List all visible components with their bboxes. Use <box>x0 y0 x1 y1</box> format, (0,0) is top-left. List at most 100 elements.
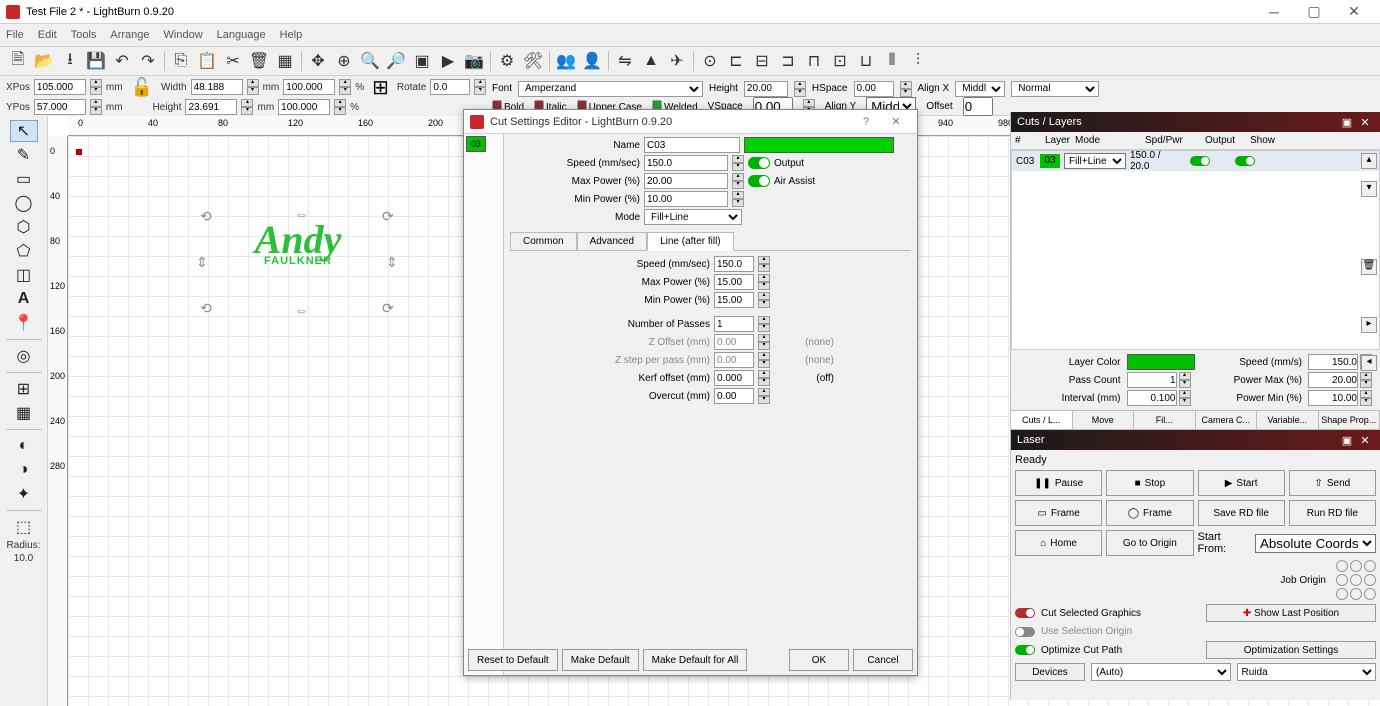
help-button[interactable]: ? <box>851 116 881 128</box>
cut-icon[interactable]: ✂ <box>221 49 245 73</box>
ellipse-tool-icon[interactable]: ◯ <box>10 192 38 214</box>
text-height-spinner[interactable]: ▴▾ <box>794 81 806 97</box>
array-tool-icon[interactable]: ⊞ <box>10 378 38 400</box>
align-hcenter-icon[interactable]: ⊟ <box>750 49 774 73</box>
selected-artwork[interactable]: ⟲ ⟳ ⟲ ⟳ ⇔ ⇔ ⇕ ⇕ Andy FAULKNER <box>208 216 388 306</box>
overcut-input[interactable] <box>714 388 754 404</box>
passes-spinner[interactable]: ▴▾ <box>758 316 770 332</box>
ungroup-icon[interactable]: 👤 <box>580 49 604 73</box>
width-input[interactable] <box>191 79 243 95</box>
run-rd-button[interactable]: Run RD file <box>1289 500 1376 526</box>
delete-layer-icon[interactable]: 🗑 <box>1361 259 1377 275</box>
minpower-spinner[interactable]: ▴▾ <box>732 191 744 207</box>
rotate-handle-icon[interactable]: ⟳ <box>382 300 396 314</box>
height-input[interactable] <box>185 99 237 115</box>
cutsel-toggle[interactable] <box>1015 608 1035 618</box>
zstep-spinner[interactable]: ▴▾ <box>758 352 770 368</box>
maximize-button[interactable]: ▢ <box>1294 3 1334 20</box>
frame-rect-button[interactable]: ▭Frame <box>1015 500 1102 526</box>
subtab-variable[interactable]: Variable... <box>1257 411 1319 429</box>
alignx-select[interactable]: Middle <box>955 81 1005 97</box>
powermax-spinner[interactable]: ▴▾ <box>1360 372 1372 388</box>
device-port-select[interactable]: (Auto) <box>1091 663 1231 681</box>
skew-handle-icon[interactable]: ⇔ <box>294 302 308 316</box>
goto-origin-button[interactable]: Go to Origin <box>1106 530 1193 556</box>
polygon-tool-icon[interactable]: ⬡ <box>10 216 38 238</box>
xpos-spinner[interactable]: ▴▾ <box>90 79 102 95</box>
move-layer-up-icon[interactable]: ▴ <box>1361 153 1377 169</box>
device-select[interactable]: Ruida <box>1237 663 1377 681</box>
zoom-fit-icon[interactable]: ⊕ <box>332 49 356 73</box>
stop-button[interactable]: ■Stop <box>1106 470 1193 496</box>
tab-line-after-fill[interactable]: Line (after fill) <box>647 232 734 251</box>
show-last-position-button[interactable]: ✚ Show Last Position <box>1206 604 1376 622</box>
frame-icon[interactable]: ▣ <box>410 49 434 73</box>
zstep-input[interactable] <box>714 352 754 368</box>
kerf-input[interactable] <box>714 370 754 386</box>
mode-select[interactable]: Fill+Line <box>644 209 742 225</box>
job-origin-grid[interactable] <box>1336 560 1376 600</box>
overcut-spinner[interactable]: ▴▾ <box>758 388 770 404</box>
speed-spinner[interactable]: ▴▾ <box>732 155 744 171</box>
startfrom-select[interactable]: Absolute Coords <box>1255 534 1376 553</box>
draw-line-tool-icon[interactable]: ✎ <box>10 144 38 166</box>
menu-help[interactable]: Help <box>280 29 303 41</box>
close-button[interactable]: ✕ <box>1334 3 1374 20</box>
rotate-handle-icon[interactable]: ⟲ <box>200 300 214 314</box>
pan-icon[interactable]: ✥ <box>306 49 330 73</box>
gear-icon[interactable]: ⚙ <box>495 49 519 73</box>
layer-row[interactable]: C03 03 Fill+Line 150.0 / 20.0 <box>1012 151 1379 171</box>
line-speed-input[interactable] <box>714 256 754 272</box>
zoom-out-icon[interactable]: 🔎 <box>384 49 408 73</box>
line-minp-input[interactable] <box>714 292 754 308</box>
height-spinner[interactable]: ▴▾ <box>241 99 253 115</box>
interval-input[interactable] <box>1127 390 1177 406</box>
ypos-spinner[interactable]: ▴▾ <box>90 99 102 115</box>
line-maxp-spinner[interactable]: ▴▾ <box>758 274 770 290</box>
zoom-in-icon[interactable]: 🔍 <box>358 49 382 73</box>
rectangle-tool-icon[interactable]: ▭ <box>10 168 38 190</box>
close-button[interactable]: ✕ <box>881 115 911 128</box>
passcount-input[interactable] <box>1127 372 1177 388</box>
layer-swatch[interactable]: 03 <box>466 136 486 152</box>
align-top-icon[interactable]: ⊓ <box>802 49 826 73</box>
align-center-icon[interactable]: ⊙ <box>698 49 722 73</box>
measure-tool-icon[interactable]: ⬚ <box>10 516 38 538</box>
frame-circle-button[interactable]: ◯Frame <box>1106 500 1193 526</box>
distribute-v-icon[interactable]: ⫶ <box>906 49 930 73</box>
row-output-toggle[interactable] <box>1190 156 1210 166</box>
speed-input[interactable] <box>644 155 728 171</box>
save-rd-button[interactable]: Save RD file <box>1198 500 1285 526</box>
select-tool-icon[interactable]: ↖ <box>10 120 38 142</box>
maxpower-input[interactable] <box>644 173 728 189</box>
subtab-shape[interactable]: Shape Prop... <box>1319 411 1380 429</box>
powermin-input[interactable] <box>1308 390 1358 406</box>
rotate-handle-icon[interactable]: ⟲ <box>200 208 214 222</box>
layer-prev-icon[interactable]: ◂ <box>1361 355 1377 371</box>
make-default-button[interactable]: Make Default <box>562 649 639 671</box>
name-input[interactable] <box>644 137 740 153</box>
offset-tool-icon[interactable]: ◫ <box>10 264 38 286</box>
ok-button[interactable]: OK <box>789 649 849 671</box>
airassist-toggle[interactable] <box>748 175 770 187</box>
trace-tool-icon[interactable]: ✦ <box>10 483 38 505</box>
redo-icon[interactable]: ↷ <box>136 49 160 73</box>
offset-input[interactable] <box>963 97 993 116</box>
copy-icon[interactable]: ⎘ <box>169 49 193 73</box>
skew-handle-icon[interactable]: ⇕ <box>196 254 210 268</box>
grid-array-icon[interactable]: ▦ <box>10 402 38 424</box>
minpower-input[interactable] <box>644 191 728 207</box>
boolean-tool-icon[interactable]: ◑ <box>10 459 38 481</box>
position-tool-icon[interactable]: 📍 <box>10 312 38 334</box>
anchor-grid-icon[interactable]: ⊞ <box>372 75 389 100</box>
circle-target-icon[interactable]: ◎ <box>10 345 38 367</box>
line-speed-spinner[interactable]: ▴▾ <box>758 256 770 272</box>
layercolor-swatch[interactable] <box>1127 354 1195 370</box>
devices-button[interactable]: Devices <box>1015 663 1085 681</box>
width-spinner[interactable]: ▴▾ <box>247 79 259 95</box>
zoff-input[interactable] <box>714 334 754 350</box>
text-height-input[interactable] <box>744 81 788 97</box>
optimization-settings-button[interactable]: Optimization Settings <box>1206 641 1376 659</box>
line-maxp-input[interactable] <box>714 274 754 290</box>
align-bottom-icon[interactable]: ⊔ <box>854 49 878 73</box>
